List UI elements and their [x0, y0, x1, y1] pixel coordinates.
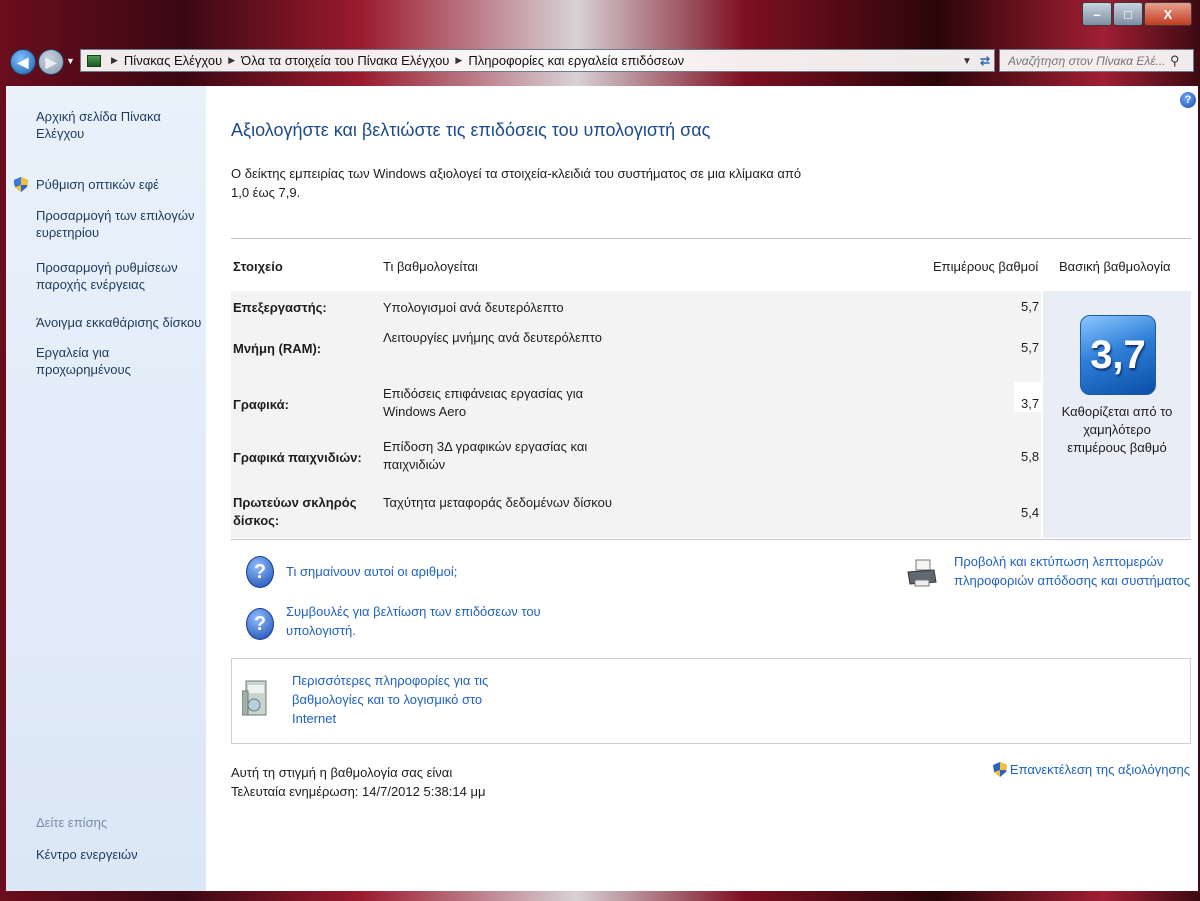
row-description: Ταχύτητα μεταφοράς δεδομένων δίσκου: [383, 495, 612, 510]
help-icon[interactable]: ?: [1180, 92, 1196, 108]
content-area: Αρχική σελίδα Πίνακα Ελέγχου Ρύθμιση οπτ…: [6, 86, 1198, 891]
row-component: Γραφικά:: [233, 397, 289, 412]
sidebar-item-action-center[interactable]: Κέντρο ενεργειών: [36, 846, 204, 863]
page-title: Αξιολογήστε και βελτιώστε τις επιδόσεις …: [231, 120, 711, 140]
navigation-bar: ◀ ▶ ▼ ▶ Πίνακας Ελέγχου ▶ Όλα τα στοιχεί…: [0, 48, 1200, 76]
performance-tips-link[interactable]: Συμβουλές για βελτίωση των επιδόσεων του…: [286, 602, 586, 640]
sidebar-item-visual-effects[interactable]: Ρύθμιση οπτικών εφέ: [14, 176, 204, 193]
rerun-assessment-link[interactable]: Επανεκτέλεση της αξιολόγησης: [992, 762, 1190, 777]
status-line-current: Αυτή τη στιγμή η βαθμολογία σας είναι: [231, 765, 453, 780]
sidebar-item-control-panel-home[interactable]: Αρχική σελίδα Πίνακα Ελέγχου: [36, 108, 204, 142]
main-panel: ? Αξιολογήστε και βελτιώστε τις επιδόσει…: [206, 86, 1198, 891]
column-header-base-score: Βασική βαθμολογία: [1059, 259, 1171, 274]
control-panel-icon: [87, 54, 101, 67]
recent-pages-dropdown-icon[interactable]: ▼: [66, 56, 75, 66]
task-pane: Αρχική σελίδα Πίνακα Ελέγχου Ρύθμιση οπτ…: [6, 86, 206, 891]
sidebar-item-power-settings[interactable]: Προσαρμογή ρυθμίσεων παροχής ενέργειας: [36, 259, 204, 293]
base-score-panel: 3,7 Καθορίζεται από το χαμηλότερο επιμέρ…: [1043, 291, 1191, 538]
breadcrumb-all-items[interactable]: Όλα τα στοιχεία του Πίνακα Ελέγχου: [241, 53, 449, 68]
row-component: Γραφικά παιχνιδιών:: [233, 450, 362, 465]
help-question-icon: ?: [246, 556, 274, 588]
rerun-assessment-label: Επανεκτέλεση της αξιολόγησης: [1009, 762, 1190, 777]
more-info-link[interactable]: Περισσότερες πληροφορίες για τις βαθμολο…: [292, 671, 512, 728]
row-component: Πρωτεύων σκληρός δίσκος:: [233, 495, 357, 528]
score-table: Στοιχείο Τι βαθμολογείται Επιμέρους βαθμ…: [231, 238, 1191, 540]
search-input[interactable]: [1006, 52, 1170, 69]
base-score-caption: Καθορίζεται από το χαμηλότερο επιμέρους …: [1061, 404, 1173, 455]
status-text: Αυτή τη στιγμή η βαθμολογία σας είναι Τε…: [231, 763, 485, 801]
row-description: Λειτουργίες μνήμης ανά δευτερόλεπτο: [383, 330, 602, 345]
row-description: Υπολογισμοί ανά δευτερόλεπτο: [383, 300, 564, 315]
address-dropdown-icon[interactable]: ▼: [962, 56, 972, 67]
refresh-icon[interactable]: ⇄: [980, 54, 990, 68]
status-line-updated: Τελευταία ενημέρωση: 14/7/2012 5:38:14 μ…: [231, 784, 486, 799]
intro-text: Ο δείκτης εμπειρίας των Windows αξιολογε…: [231, 166, 802, 200]
window-controls: – □ X: [1081, 2, 1192, 26]
sidebar-item-label: Ρύθμιση οπτικών εφέ: [36, 177, 159, 192]
window-frame: – □ X ◀ ▶ ▼ ▶ Πίνακας Ελέγχου ▶ Όλα τα σ…: [0, 0, 1200, 901]
search-icon[interactable]: ⚲: [1170, 53, 1180, 69]
print-details-link[interactable]: Προβολή και εκτύπωση λεπτομερών πληροφορ…: [954, 552, 1196, 590]
uac-shield-icon: [14, 177, 28, 192]
sidebar-item-advanced-tools[interactable]: Εργαλεία για προχωρημένους: [36, 344, 204, 378]
row-component: Επεξεργαστής:: [233, 300, 327, 315]
address-bar[interactable]: ▶ Πίνακας Ελέγχου ▶ Όλα τα στοιχεία του …: [80, 49, 995, 72]
row-description: Επίδοση 3Δ γραφικών εργασίας και παιχνιδ…: [383, 439, 588, 472]
software-box-icon: [242, 680, 267, 716]
forward-button[interactable]: ▶: [38, 49, 64, 75]
chevron-right-icon[interactable]: ▶: [111, 55, 118, 66]
row-description: Επιδόσεις επιφάνειας εργασίας για Window…: [383, 386, 584, 419]
base-score-badge: 3,7: [1080, 315, 1156, 395]
maximize-button[interactable]: □: [1113, 2, 1143, 26]
chevron-right-icon[interactable]: ▶: [228, 55, 235, 66]
breadcrumb-performance-tools[interactable]: Πληροφορίες και εργαλεία επιδόσεων: [468, 53, 684, 68]
column-header-rated: Τι βαθμολογείται: [383, 259, 478, 274]
address-bar-actions: ▼ ⇄: [962, 54, 990, 68]
printer-icon: [907, 559, 937, 587]
what-numbers-mean-link[interactable]: Τι σημαίνουν αυτοί οι αριθμοί;: [286, 562, 457, 581]
sidebar-item-disk-cleanup[interactable]: Άνοιγμα εκκαθάρισης δίσκου: [36, 314, 204, 331]
minimize-button[interactable]: –: [1082, 2, 1112, 26]
title-bar: – □ X: [0, 0, 1200, 44]
row-component: Μνήμη (RAM):: [233, 341, 322, 356]
sidebar-item-indexing-options[interactable]: Προσαρμογή των επιλογών ευρετηρίου: [36, 207, 204, 241]
close-button[interactable]: X: [1144, 2, 1192, 26]
help-question-icon: ?: [246, 608, 274, 640]
column-header-subscore: Επιμέρους βαθμοί: [933, 259, 1039, 274]
chevron-right-icon[interactable]: ▶: [455, 55, 462, 66]
breadcrumb-control-panel[interactable]: Πίνακας Ελέγχου: [124, 53, 222, 68]
column-header-component: Στοιχείο: [233, 259, 283, 274]
back-button[interactable]: ◀: [10, 49, 36, 75]
more-info-box: Περισσότερες πληροφορίες για τις βαθμολο…: [231, 658, 1191, 744]
uac-shield-icon: [992, 762, 1007, 777]
see-also-heading: Δείτε επίσης: [36, 815, 108, 830]
search-box[interactable]: ⚲: [999, 49, 1194, 72]
